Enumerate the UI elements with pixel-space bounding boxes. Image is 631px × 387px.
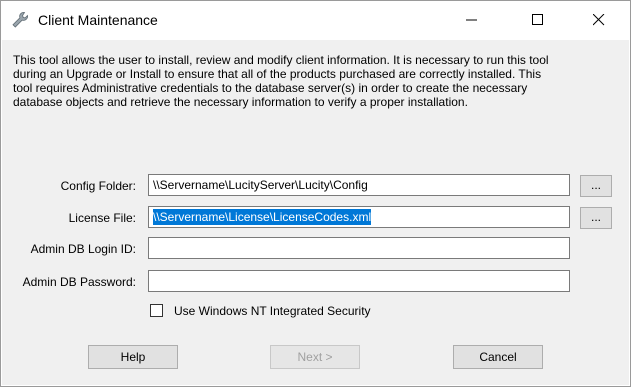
- admin-password-input[interactable]: [148, 270, 570, 292]
- config-folder-browse-button[interactable]: ...: [580, 175, 612, 197]
- wrench-icon: [10, 10, 30, 30]
- dialog-body: This tool allows the user to install, re…: [2, 40, 629, 385]
- admin-password-label: Admin DB Password:: [22, 275, 136, 289]
- config-folder-label: Config Folder:: [60, 179, 136, 193]
- window-title: Client Maintenance: [38, 12, 158, 28]
- license-file-input[interactable]: \\Servername\License\LicenseCodes.xml: [148, 206, 570, 228]
- minimize-button[interactable]: [449, 1, 495, 39]
- admin-login-label: Admin DB Login ID:: [30, 242, 136, 256]
- maximize-icon: [532, 14, 543, 25]
- minimize-icon: [466, 19, 477, 21]
- client-maintenance-window: Client Maintenance This tool allows the …: [0, 0, 631, 387]
- license-file-label: License File:: [68, 211, 136, 225]
- license-file-browse-button[interactable]: ...: [580, 207, 612, 229]
- license-file-value: \\Servername\License\LicenseCodes.xml: [153, 209, 372, 225]
- config-folder-input[interactable]: \\Servername\LucityServer\Lucity\Config: [148, 174, 570, 196]
- integrated-security-checkbox[interactable]: [150, 304, 163, 317]
- help-button[interactable]: Help: [88, 345, 178, 369]
- maximize-button[interactable]: [515, 1, 561, 39]
- integrated-security-label[interactable]: Use Windows NT Integrated Security: [174, 304, 371, 318]
- config-folder-value: \\Servername\LucityServer\Lucity\Config: [153, 178, 368, 192]
- title-bar: Client Maintenance: [1, 1, 630, 39]
- cancel-button[interactable]: Cancel: [453, 345, 543, 369]
- next-button[interactable]: Next >: [270, 345, 360, 369]
- close-icon: [593, 14, 605, 26]
- close-button[interactable]: [576, 1, 622, 39]
- admin-login-input[interactable]: [148, 237, 570, 259]
- description-text: This tool allows the user to install, re…: [13, 53, 549, 109]
